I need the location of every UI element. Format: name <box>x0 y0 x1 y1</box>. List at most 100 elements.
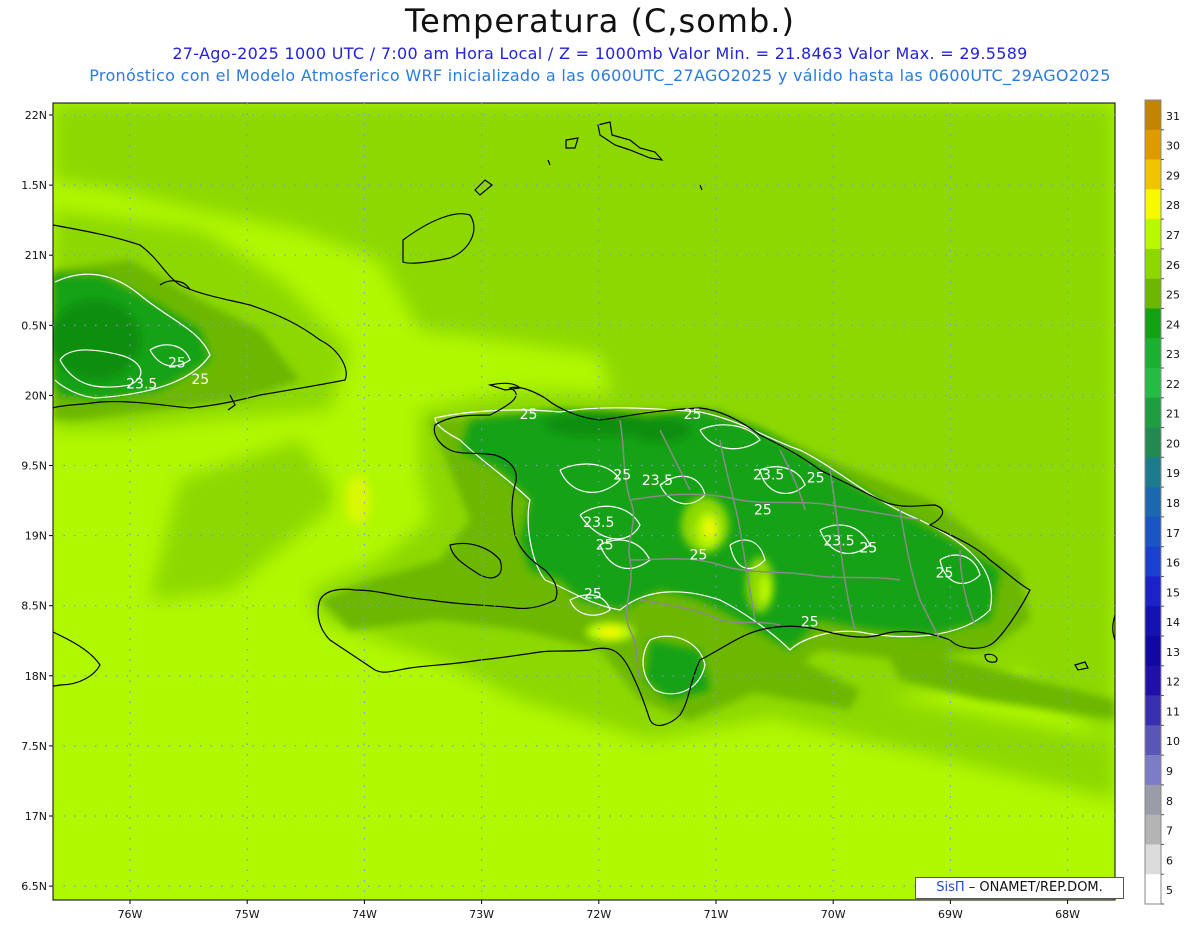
colorbar-label: 10 <box>1166 735 1180 748</box>
lon-tick-label: 71W <box>704 908 729 921</box>
colorbar-swatch <box>1145 665 1161 696</box>
latitude-axis: 22N 1.5N 21N 0.5N 20N 9.5N 19N 8.5N 18N 7.5N 17N 6.… <box>21 109 53 893</box>
colorbar-swatch <box>1145 100 1161 131</box>
contour-label: 25 <box>859 540 877 556</box>
colorbar-swatch <box>1145 576 1161 607</box>
colorbar-swatch <box>1145 457 1161 488</box>
colorbar-label: 24 <box>1166 318 1180 331</box>
contour-label: 25 <box>807 470 825 486</box>
colorbar-label: 27 <box>1166 229 1180 242</box>
colorbar-swatch <box>1145 159 1161 190</box>
lat-tick-label: 7.5N <box>21 740 47 753</box>
colorbar-swatch <box>1145 636 1161 667</box>
lat-tick-label: 9.5N <box>21 460 47 473</box>
colorbar-label: 18 <box>1166 497 1180 510</box>
colorbar-label: 29 <box>1166 169 1180 182</box>
colorbar-swatch <box>1145 278 1161 309</box>
colorbar-swatch <box>1145 248 1161 279</box>
lat-tick-label: 20N <box>25 389 47 402</box>
colorbar-swatch <box>1145 338 1161 369</box>
colorbar-label: 22 <box>1166 378 1180 391</box>
credit-text: – ONAMET/REP.DOM. <box>964 880 1103 895</box>
contour-label: 25 <box>613 468 631 484</box>
colorbar-label: 19 <box>1166 467 1180 480</box>
contour-label: 23.5 <box>642 473 673 489</box>
colorbar-label: 17 <box>1166 527 1180 540</box>
colorbar-swatch <box>1145 606 1161 637</box>
colorbar-swatch <box>1145 814 1161 845</box>
colorbar-swatch <box>1145 368 1161 399</box>
lon-tick-label: 75W <box>235 908 260 921</box>
colorbar-swatch <box>1145 755 1161 786</box>
colorbar-label: 15 <box>1166 586 1180 599</box>
colorbar-label: 7 <box>1166 825 1173 838</box>
colorbar-label: 25 <box>1166 289 1180 302</box>
contour-label: 25 <box>520 407 538 423</box>
colorbar-label: 6 <box>1166 854 1173 867</box>
contour-label: 25 <box>754 503 772 519</box>
lat-tick-label: 21N <box>25 249 47 262</box>
colorbar-swatch <box>1145 189 1161 220</box>
lon-tick-label: 73W <box>469 908 494 921</box>
colorbar-label: 14 <box>1166 616 1180 629</box>
colorbar-label: 12 <box>1166 676 1180 689</box>
lat-tick-label: 17N <box>25 810 47 823</box>
contour-label: 25 <box>690 547 708 563</box>
colorbar-label: 23 <box>1166 348 1180 361</box>
colorbar-label: 30 <box>1166 140 1180 153</box>
colorbar-label: 13 <box>1166 646 1180 659</box>
contour-label: 25 <box>168 355 186 371</box>
colorbar-label: 26 <box>1166 259 1180 272</box>
colorbar-label: 5 <box>1166 884 1173 897</box>
colorbar-swatch <box>1145 308 1161 339</box>
lat-tick-label: 18N <box>25 670 47 683</box>
lon-tick-label: 68W <box>1055 908 1080 921</box>
lat-tick-label: 1.5N <box>21 179 47 192</box>
colorbar-swatch <box>1145 784 1161 815</box>
lon-tick-label: 69W <box>938 908 963 921</box>
shaded-field <box>53 103 1115 900</box>
colorbar-swatch <box>1145 546 1161 577</box>
contour-label: 25 <box>596 538 614 554</box>
contour-label: 25 <box>584 587 602 603</box>
colorbar-label: 8 <box>1166 795 1173 808</box>
lon-tick-label: 74W <box>352 908 377 921</box>
contour-label: 25 <box>191 372 209 388</box>
lon-tick-label: 72W <box>586 908 611 921</box>
lon-tick-label: 70W <box>821 908 846 921</box>
colorbar-swatch <box>1145 129 1161 160</box>
colorbar-swatch <box>1145 725 1161 756</box>
credit-box: SisΠ – ONAMET/REP.DOM. <box>915 877 1124 899</box>
colorbar-label: 31 <box>1166 110 1180 123</box>
contour-label: 25 <box>684 407 702 423</box>
sispi-logo: SisΠ <box>936 880 965 895</box>
colorbar-swatch <box>1145 695 1161 726</box>
contour-label: 25 <box>801 615 819 631</box>
colorbar-label: 28 <box>1166 199 1180 212</box>
lat-tick-label: 22N <box>25 109 47 122</box>
contour-label: 23.5 <box>753 468 784 484</box>
contour-label: 23.5 <box>126 376 157 392</box>
contour-label: 23.5 <box>823 533 854 549</box>
colorbar-label: 21 <box>1166 408 1180 421</box>
colorbar-label: 16 <box>1166 557 1180 570</box>
colorbar-swatch <box>1145 219 1161 250</box>
colorbar-swatch <box>1145 844 1161 875</box>
colorbar-label: 20 <box>1166 437 1180 450</box>
colorbar-swatch <box>1145 487 1161 518</box>
colorbar-swatch <box>1145 874 1161 905</box>
contour-label: 25 <box>936 566 954 582</box>
lat-tick-label: 19N <box>25 530 47 543</box>
longitude-axis: 76W 75W 74W 73W 72W 71W 70W 69W 68W <box>118 900 1080 921</box>
lat-tick-label: 8.5N <box>21 600 47 613</box>
contour-label: 23.5 <box>583 515 614 531</box>
colorbar-swatch <box>1145 516 1161 547</box>
temperature-map: 76W 75W 74W 73W 72W 71W 70W 69W 68W 22N 1.5N 21N 0.… <box>21 99 1180 921</box>
colorbar-swatch <box>1145 427 1161 458</box>
lat-tick-label: 0.5N <box>21 319 47 332</box>
colorbar-label: 9 <box>1166 765 1173 778</box>
colorbar-label: 11 <box>1166 705 1180 718</box>
lon-tick-label: 76W <box>118 908 143 921</box>
colorbar-swatch <box>1145 397 1161 428</box>
lat-tick-label: 6.5N <box>21 880 47 893</box>
